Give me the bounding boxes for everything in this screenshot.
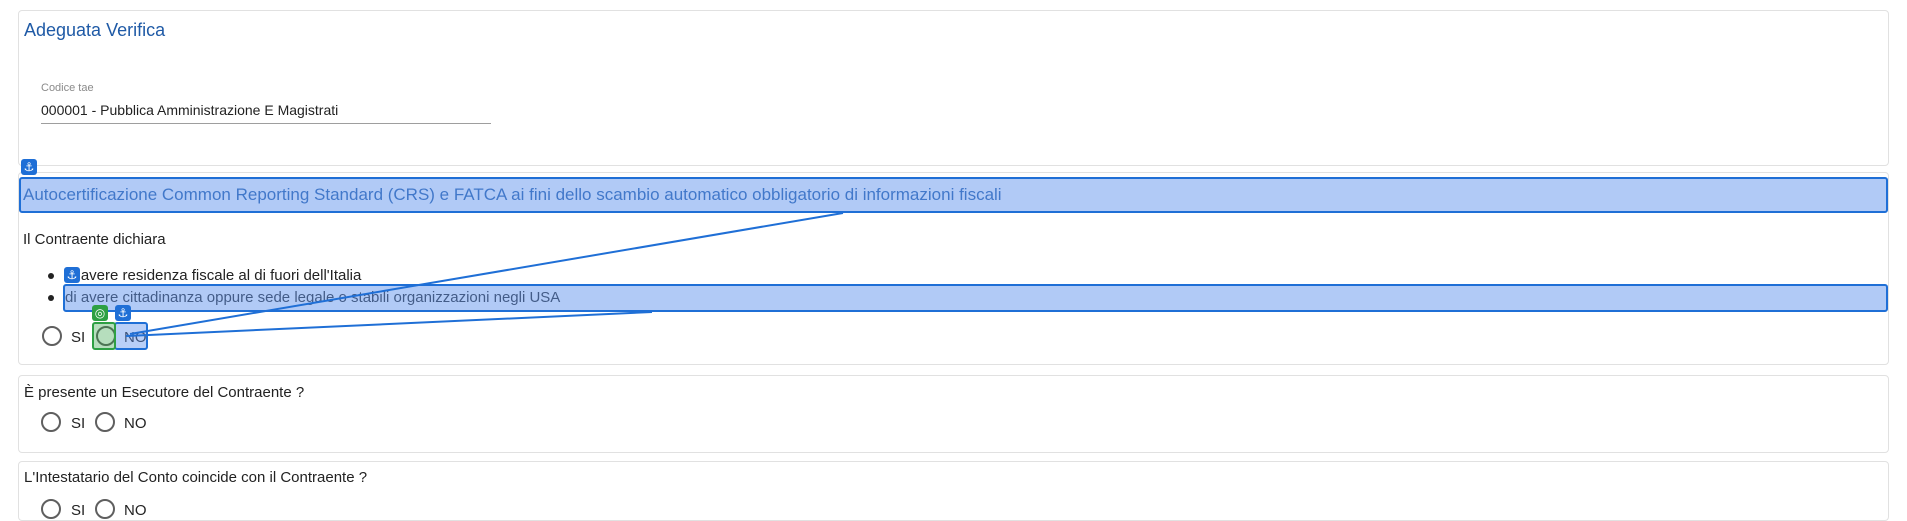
intestatario-card: L'Intestatario del Conto coincide con il… bbox=[18, 461, 1889, 521]
codice-tae-label: Codice tae bbox=[41, 82, 94, 94]
no-label-highlight bbox=[114, 322, 148, 350]
adeguata-verifica-title: Adeguata Verifica bbox=[24, 20, 166, 40]
intestatario-no-radio[interactable] bbox=[95, 499, 115, 519]
esecutore-si-radio[interactable] bbox=[41, 412, 61, 432]
intestatario-si-label[interactable]: SI bbox=[71, 502, 85, 519]
crs-title-highlight bbox=[19, 177, 1888, 213]
esecutore-no-radio[interactable] bbox=[95, 412, 115, 432]
codice-tae-field[interactable]: 000001 - Pubblica Amministrazione E Magi… bbox=[41, 102, 338, 118]
intestatario-no-label[interactable]: NO bbox=[124, 502, 147, 519]
bullet-dot bbox=[48, 295, 54, 301]
intestatario-question: L'Intestatario del Conto coincide con il… bbox=[24, 469, 368, 486]
list-item-residenza-fiscale: di avere residenza fiscale al di fuori d… bbox=[65, 267, 362, 284]
anchor-icon: ⚓ bbox=[115, 305, 131, 321]
anchor-icon: ⚓ bbox=[21, 159, 37, 175]
esecutore-si-label[interactable]: SI bbox=[71, 415, 85, 432]
anchor-icon: ⚓ bbox=[64, 267, 80, 283]
crs-si-radio[interactable] bbox=[42, 326, 62, 346]
target-icon: ◎ bbox=[92, 305, 108, 321]
codice-tae-underline bbox=[41, 123, 491, 124]
esecutore-card: È presente un Esecutore del Contraente ?… bbox=[18, 375, 1889, 453]
intestatario-si-radio[interactable] bbox=[41, 499, 61, 519]
bullet-dot bbox=[48, 273, 54, 279]
esecutore-question: È presente un Esecutore del Contraente ? bbox=[24, 384, 305, 401]
no-radio-target-highlight bbox=[92, 322, 116, 350]
crs-si-label[interactable]: SI bbox=[71, 329, 85, 346]
adeguata-verifica-card: Adeguata Verifica Codice tae 000001 - Pu… bbox=[18, 10, 1889, 166]
usa-item-highlight bbox=[63, 284, 1888, 312]
esecutore-no-label[interactable]: NO bbox=[124, 415, 147, 432]
contraente-dichiara-text: Il Contraente dichiara bbox=[23, 231, 166, 248]
